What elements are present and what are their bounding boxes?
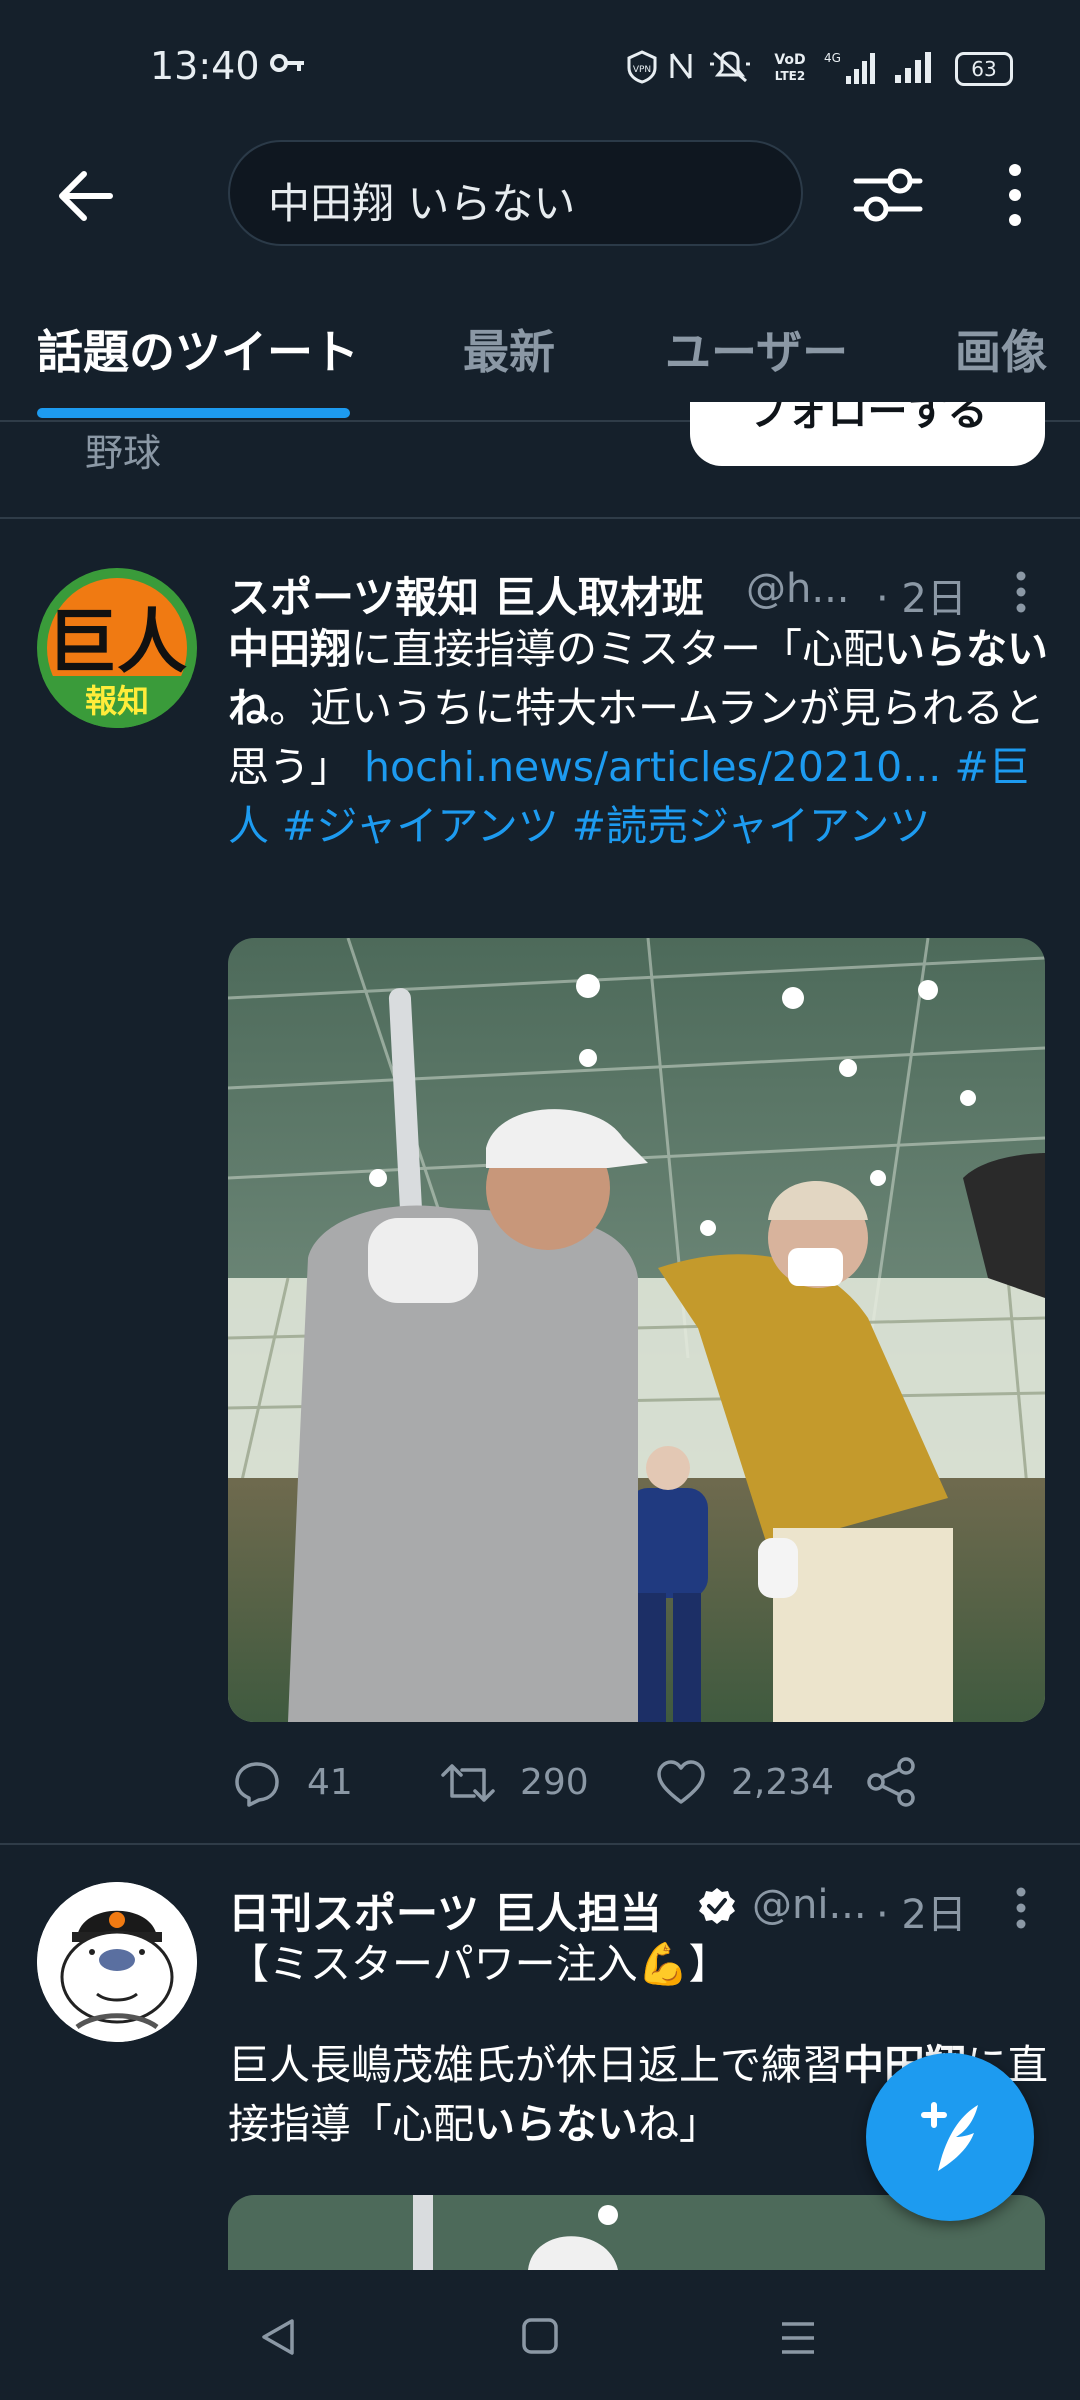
like-count: 2,234: [731, 1762, 835, 1803]
tab-images[interactable]: 画像: [955, 316, 1047, 382]
user-description-text: 野球: [85, 431, 162, 475]
tweet-time: · 2日: [876, 1892, 967, 1938]
mute-icon: [710, 51, 750, 83]
4g-signal-icon: 4G: [824, 51, 875, 84]
tweet-author-name[interactable]: 日刊スポーツ 巨人担当: [228, 1880, 662, 1941]
tweet-link[interactable]: hochi.news/articles/20210...: [364, 743, 941, 791]
search-query-text: 中田翔 いらない: [268, 179, 576, 228]
divider: [0, 1843, 1080, 1845]
compose-tweet-icon: [921, 2102, 978, 2171]
svg-text:4G: 4G: [824, 51, 841, 65]
svg-text:VPN: VPN: [633, 65, 651, 75]
volte-icon: VoD LTE2: [774, 52, 805, 83]
verified-badge-icon: [699, 1888, 735, 1924]
follow-button[interactable]: フォローする: [690, 402, 1045, 466]
hochi-giants-logo: 巨人 報知: [37, 570, 197, 728]
tweet-time: · 2日: [876, 576, 967, 622]
back-button[interactable]: [48, 160, 120, 232]
recents-nav-icon[interactable]: [778, 2318, 818, 2358]
avatar[interactable]: 巨人 報知: [37, 568, 197, 728]
retweet-icon: [441, 1764, 495, 1802]
svg-text:報知: 報知: [85, 682, 149, 720]
compose-tweet-button[interactable]: [866, 2053, 1034, 2221]
vpn-icon: VPN: [627, 50, 657, 84]
filter-sliders-icon[interactable]: [848, 155, 928, 235]
reply-count: 41: [307, 1762, 353, 1803]
clock: 13:40: [150, 44, 260, 88]
avatar[interactable]: [37, 1882, 197, 2042]
more-vertical-icon[interactable]: [1000, 160, 1030, 230]
svg-text:LTE2: LTE2: [775, 69, 805, 83]
active-tab-indicator: [37, 408, 350, 418]
bulldog-mascot-icon: [37, 1882, 197, 2042]
retweet-count: 290: [520, 1762, 589, 1803]
svg-text:巨人: 巨人: [47, 601, 187, 683]
tweet-more-icon[interactable]: [1015, 568, 1027, 624]
tab-top-tweets[interactable]: 話題のツイート: [37, 316, 359, 382]
reply-icon: [235, 1762, 279, 1807]
key-icon: [270, 54, 304, 72]
system-navigation-bar: [0, 2270, 1080, 2400]
share-icon[interactable]: [866, 1756, 918, 1808]
battery-icon: 63: [955, 52, 1013, 86]
tweet-more-icon[interactable]: [1015, 1884, 1027, 1940]
signal-icon: [895, 52, 931, 83]
tab-latest[interactable]: 最新: [463, 316, 555, 382]
tweet-photo[interactable]: [228, 938, 1045, 1722]
status-bar: 13:40 VPN VoD LTE2 4G 63: [0, 0, 1080, 130]
tweet-author-name[interactable]: スポーツ報知 巨人取材班: [228, 564, 704, 625]
svg-text:VoD: VoD: [774, 52, 805, 68]
tab-users[interactable]: ユーザー: [665, 316, 848, 382]
tweet-author-handle: @h...: [746, 566, 850, 612]
tweet-text: 中田翔に直接指導のミスター「心配いらないね。近いうちに特大ホームランが見られると…: [228, 625, 1048, 850]
tweet-author-handle: @ni...: [752, 1882, 867, 1928]
search-input[interactable]: 中田翔 いらない: [228, 140, 803, 246]
like-heart-icon: [657, 1760, 705, 1804]
nfc-icon: [670, 53, 692, 79]
back-nav-icon[interactable]: [258, 2315, 298, 2359]
divider: [0, 517, 1080, 519]
home-nav-icon[interactable]: [520, 2316, 560, 2356]
